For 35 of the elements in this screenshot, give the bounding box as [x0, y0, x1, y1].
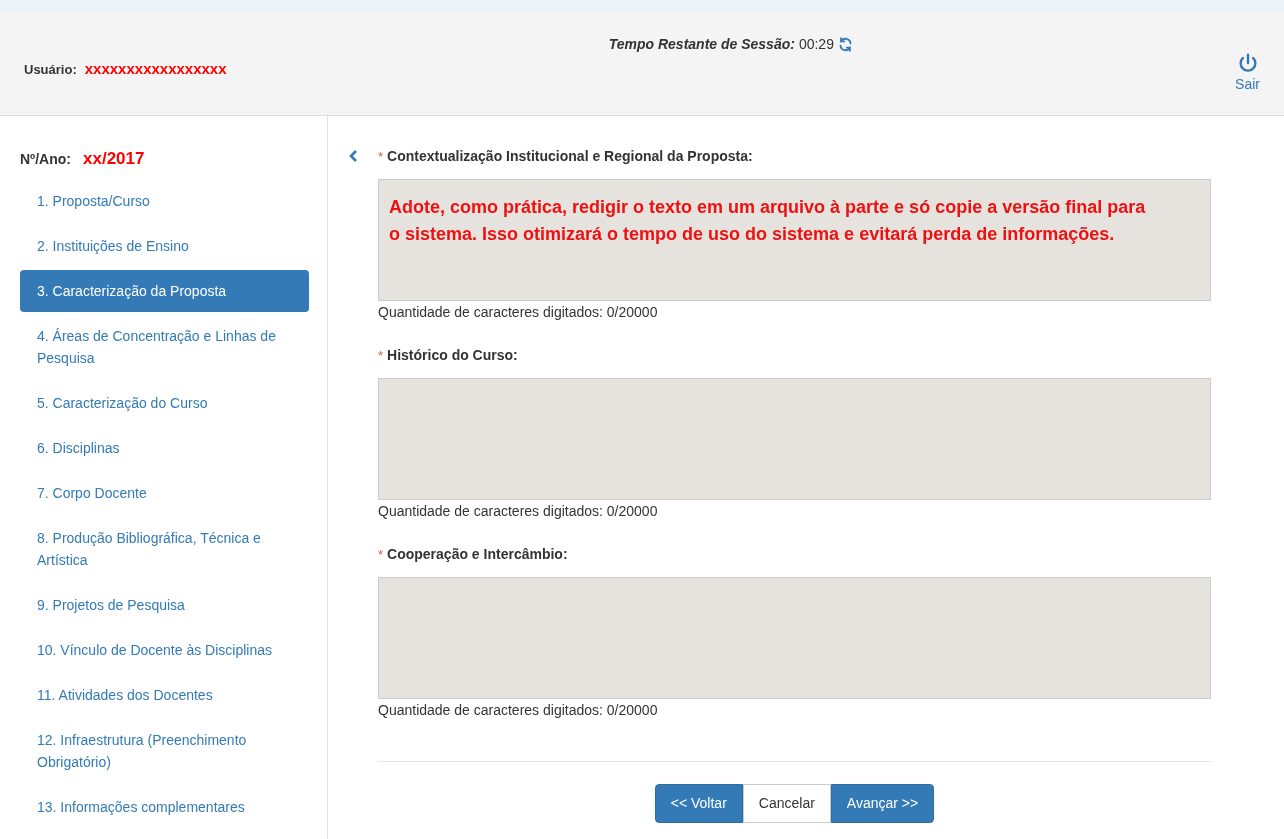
nav-item[interactable]: 9. Projetos de Pesquisa [20, 583, 309, 626]
character-counter: Quantidade de caracteres digitados: 0/20000 [378, 303, 659, 322]
character-counter: Quantidade de caracteres digitados: 0/20000 [378, 502, 659, 521]
required-mark: * [378, 546, 384, 564]
form-button[interactable]: << Voltar [654, 784, 743, 823]
session-label: Tempo Restante de Sessão: [608, 35, 795, 54]
collapse-icon[interactable] [348, 149, 358, 163]
required-mark: * [378, 148, 384, 166]
nav-item[interactable]: 3. Caracterização da Proposta [20, 269, 309, 312]
nav-item[interactable]: 4. Áreas de Concentração e Linhas de Pesquisa [20, 314, 309, 379]
form-button[interactable]: Avançar >> [830, 784, 935, 823]
field-label: Contextualização Institucional e Regional da Proposta: [387, 147, 753, 166]
nav-item[interactable]: 8. Produção Bibliográfica, Técnica e Artística [20, 516, 309, 581]
refresh-icon[interactable] [837, 37, 853, 52]
nav-item[interactable]: 13. Informações complementares [20, 785, 309, 828]
nav-item[interactable]: 1. Proposta/Curso [20, 179, 309, 222]
nav-item[interactable]: 12. Infraestrutura (Preenchimento Obrigatório) [20, 718, 309, 783]
user-label: Usuário: [24, 61, 77, 79]
text-area[interactable]: Adote, como prática, redigir o texto em um arquivo à parte e só copie a versão final para o sistema. Isso otimizará o tempo de uso do sistema e evitará perda de informações. [378, 179, 1211, 301]
logout-button[interactable]: Sair [1235, 52, 1260, 95]
nav-item[interactable]: 5. Caracterização do Curso [20, 381, 309, 424]
nav-item[interactable]: 11. Atividades dos Docentes [20, 673, 309, 716]
form-button[interactable]: Cancelar [742, 784, 831, 823]
character-counter: Quantidade de caracteres digitados: 0/20000 [378, 701, 659, 720]
user-name: xxxxxxxxxxxxxxxxx [84, 59, 227, 79]
required-mark: * [378, 347, 384, 365]
field-label: Histórico do Curso: [387, 346, 518, 365]
nav-item[interactable]: 2. Instituições de Ensino [20, 224, 309, 267]
nav-item[interactable]: 6. Disciplinas [20, 426, 309, 469]
number-value: xx/2017 [83, 148, 145, 170]
session-time: 00:29 [798, 35, 834, 54]
number-label: Nº/Ano: [20, 150, 71, 169]
nav-item[interactable]: 10. Vínculo de Docente às Disciplinas [20, 628, 309, 671]
field-label: Cooperação e Intercâmbio: [387, 545, 568, 564]
nav-item[interactable]: 7. Corpo Docente [20, 471, 309, 514]
